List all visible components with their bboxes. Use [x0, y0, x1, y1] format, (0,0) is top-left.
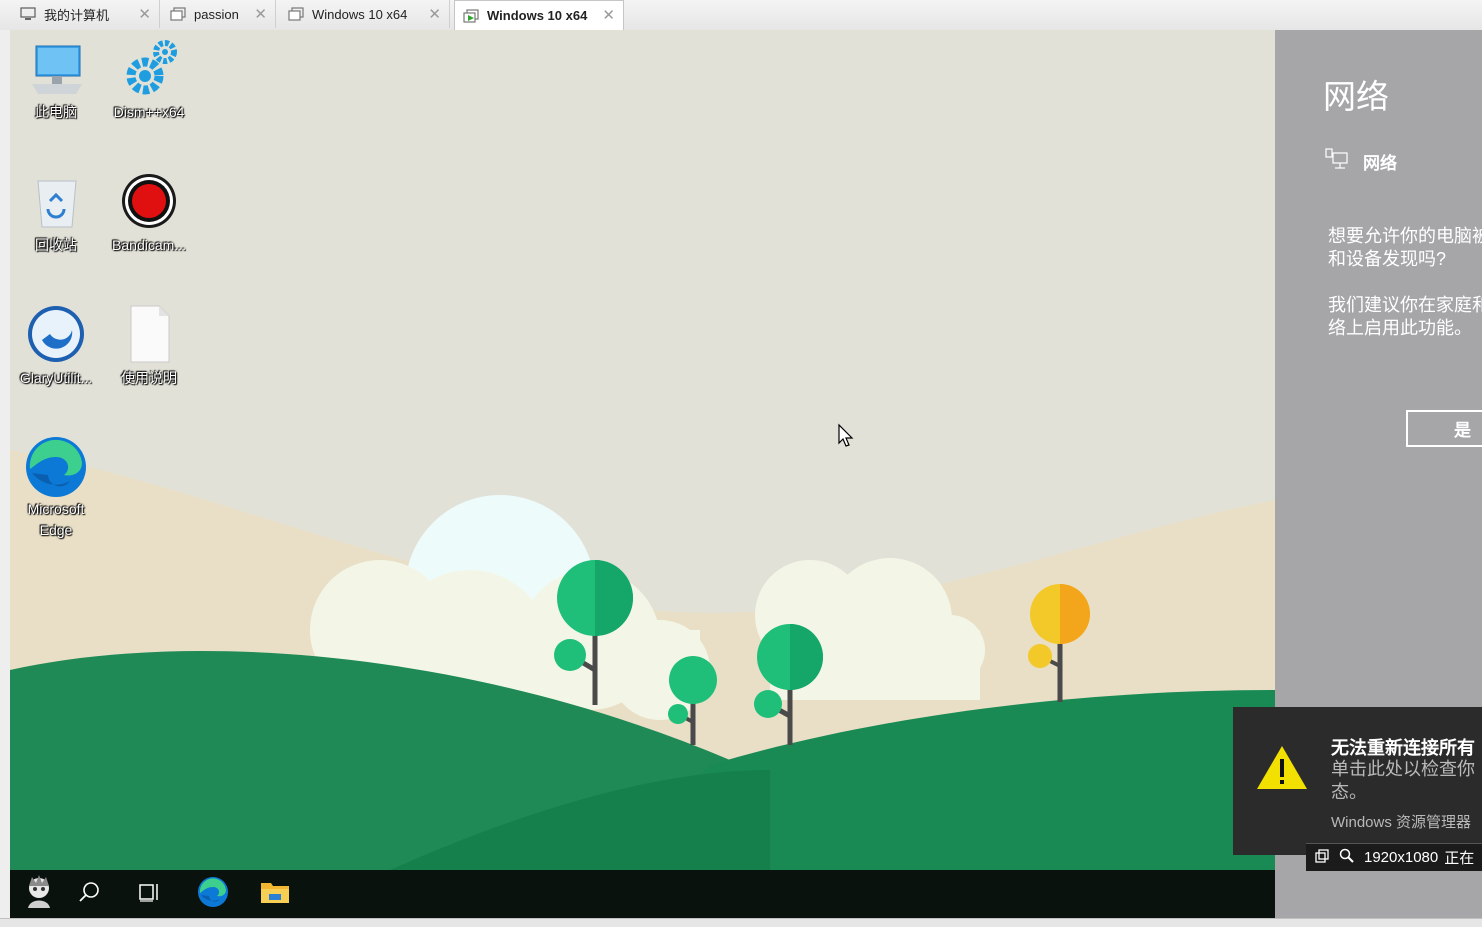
start-avatar-icon: [24, 874, 54, 915]
recycle-bin-icon: [24, 171, 88, 235]
desktop-icon-dism[interactable]: Dism++x64: [103, 38, 195, 123]
network-monitor-icon: [1325, 148, 1349, 175]
status-text: 正在: [1444, 850, 1475, 867]
vm-running-icon: [463, 8, 479, 23]
desktop-icon-readme[interactable]: 使用说明: [103, 304, 195, 389]
task-view-icon: [138, 882, 162, 907]
network-item-label: 网络: [1363, 154, 1397, 173]
gears-icon: [117, 38, 181, 102]
desktop-icon-recycle-bin[interactable]: 回收站: [10, 171, 102, 256]
desktop-icon-bandicam[interactable]: Bandicam...: [103, 171, 195, 256]
text-document-icon: [117, 304, 181, 368]
fullscreen-icon[interactable]: [1315, 848, 1329, 867]
vm-window-icon: [170, 7, 186, 21]
vm-status-bar: 1920x1080 正在: [1306, 843, 1482, 871]
tab-label: Windows 10 x64: [312, 6, 408, 22]
tab-windows10-1[interactable]: Windows 10 x64 ✕: [280, 0, 450, 28]
glary-utilities-icon: [24, 304, 88, 368]
tab-label: Windows 10 x64: [487, 8, 588, 23]
mouse-pointer-icon: [837, 423, 857, 454]
toast-body-line1: 单击此处以检查你: [1331, 759, 1475, 779]
zoom-icon[interactable]: [1339, 848, 1355, 868]
desktop-icon-label: Dism++x64: [113, 104, 185, 120]
tab-label: 我的计算机: [44, 7, 110, 23]
toast-body-line2: 态。: [1331, 782, 1367, 802]
edge-icon: [197, 876, 229, 913]
recommendation-line1: 我们建议你在家庭和: [1328, 295, 1482, 315]
tab-my-computer[interactable]: 我的计算机 ✕: [12, 0, 160, 28]
yes-button[interactable]: 是: [1406, 410, 1482, 447]
desktop-icon-label: 此电脑: [35, 104, 77, 120]
task-view-button[interactable]: [121, 870, 179, 918]
file-explorer-icon: [260, 879, 290, 910]
network-item[interactable]: 网络: [1325, 148, 1397, 175]
this-pc-icon: [24, 38, 88, 102]
panel-title: 网络: [1323, 78, 1389, 115]
search-button[interactable]: [60, 870, 118, 918]
desktop-icon-glary[interactable]: GlaryUtilit...: [10, 304, 102, 389]
resolution-readout: 1920x1080: [1364, 849, 1439, 866]
tab-windows10-active[interactable]: Windows 10 x64 ✕: [454, 0, 624, 30]
taskbar-edge-button[interactable]: [184, 870, 242, 918]
close-tab-icon[interactable]: ✕: [602, 6, 615, 24]
taskbar-file-explorer-button[interactable]: [246, 870, 304, 918]
desktop-icon-label: 使用说明: [121, 370, 177, 386]
desktop-icon-label: Bandicam...: [112, 237, 186, 253]
warning-icon: [1255, 743, 1309, 796]
toast-source: Windows 资源管理器: [1331, 814, 1472, 831]
desktop-icon-label: 回收站: [35, 237, 77, 253]
guest-desktop[interactable]: 此电脑 Dism++x64 回收站 Bandicam... GlaryUtili…: [10, 30, 1275, 870]
vm-window-icon: [288, 7, 304, 21]
close-tab-icon[interactable]: ✕: [428, 5, 441, 23]
recommendation-line2: 络上启用此功能。: [1328, 318, 1472, 338]
discovery-question-line1: 想要允许你的电脑被: [1328, 226, 1482, 246]
discovery-question-line2: 和设备发现吗?: [1328, 249, 1447, 269]
toast-notification[interactable]: 无法重新连接所有 单击此处以检查你 态。 Windows 资源管理器: [1233, 707, 1482, 855]
search-icon: [78, 881, 100, 908]
close-tab-icon[interactable]: ✕: [138, 5, 151, 23]
close-tab-icon[interactable]: ✕: [254, 5, 267, 23]
tab-passion[interactable]: passion ✕: [162, 0, 276, 28]
computer-icon: [20, 7, 36, 21]
desktop-icon-label: GlaryUtilit...: [19, 370, 93, 386]
tab-label: passion: [194, 6, 239, 22]
desktop-icon-edge[interactable]: Microsoft Edge: [10, 435, 102, 541]
bandicam-record-icon: [117, 171, 181, 235]
desktop-icon-this-pc[interactable]: 此电脑: [10, 38, 102, 123]
vm-tab-bar: 我的计算机 ✕ passion ✕ Windows 10 x64 ✕ Windo…: [0, 0, 1482, 31]
edge-icon: [24, 435, 88, 499]
wallpaper: [10, 30, 1275, 870]
taskbar: [10, 870, 1275, 918]
desktop-icon-label: Microsoft Edge: [27, 501, 85, 538]
